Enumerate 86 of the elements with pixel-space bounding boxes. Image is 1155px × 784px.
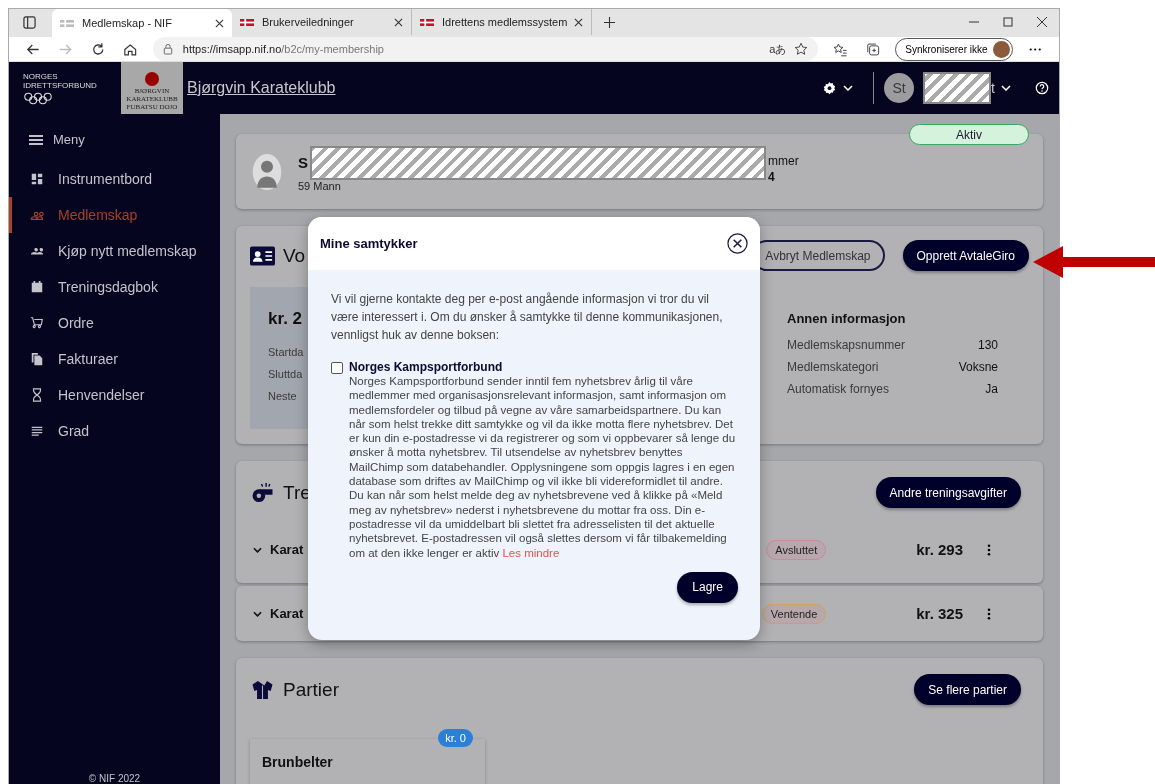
sidebar-item[interactable]: Treningsdagbok xyxy=(9,269,220,305)
status-badge: Aktiv xyxy=(909,124,1029,145)
close-icon[interactable] xyxy=(394,17,403,27)
copyright-text: © NIF 2022 xyxy=(88,773,141,784)
maximize-icon[interactable] xyxy=(1003,17,1013,27)
sidebar-item[interactable]: Instrumentbord xyxy=(9,161,220,197)
star-icon[interactable] xyxy=(794,42,809,56)
member-number-label: mmer xyxy=(768,153,799,168)
consent-description: Norges Kampsportforbund sender inntil fem nyhetsbrev årlig til våre medlemmer med organisasjonsrelevant informasjon, samt informasjon om medlemsfordeler og tilbud på vegne av våre samarbeidspartnere. Du kan når som helst trekke ditt samtykke og vil da ikke motta flere nyhetsbrev. Det er kun din e-postadresse vi da registrerer og som vi oppbevarer så lenge du ønsker å motta nyhetsbrev. Til utsendelse av nyhetsbrev benyttes MailChimp som databehandler. Opplysningene som oppgis lagres i en egen database som driftes av MailChimp og vil ikke bli videreformidlet til andre. Du kan når som helst melde deg av nyhetsbrevene ved å klikke på «Meld meg av nyhetsbrev» nederst i nyhetsbrevene du mottar fra oss. Din e-postadresse vil da umiddelbart bli slettet fra adresselisten til det aktuelle nyhetsbrevet. E-postadressen vil også slettes dersom vi får tilbakemelding om at den ikke lenger er aktiv Les mindre xyxy=(349,374,737,560)
fee-name: Karat xyxy=(270,542,304,557)
checkbox[interactable] xyxy=(331,362,343,374)
info-label: Medlemskategori xyxy=(787,359,879,376)
help-icon[interactable] xyxy=(1035,81,1049,95)
collections-icon[interactable] xyxy=(865,41,881,57)
lock-icon xyxy=(162,43,173,55)
jacket-icon xyxy=(250,679,275,700)
close-icon[interactable] xyxy=(727,233,748,254)
sidebar-item[interactable]: Henvendelser xyxy=(9,377,220,413)
other-fees-button[interactable]: Andre treningsavgifter xyxy=(875,477,1021,508)
id-card-icon xyxy=(250,245,275,266)
date-label: Neste xyxy=(268,389,297,404)
more-parties-button[interactable]: Se flere partier xyxy=(914,674,1021,705)
info-value: Ja xyxy=(985,381,998,398)
window-icon[interactable] xyxy=(23,16,36,29)
section-heading: Vo xyxy=(283,244,306,267)
settings-icon[interactable] xyxy=(822,80,838,96)
list-icon xyxy=(30,424,44,438)
status-badge: Ventende xyxy=(761,603,827,624)
close-icon[interactable] xyxy=(574,17,583,27)
whistle-icon xyxy=(250,482,275,503)
avatar-icon xyxy=(992,40,1010,58)
save-button[interactable]: Lagre xyxy=(677,571,738,603)
hourglass-icon xyxy=(30,388,44,402)
address-bar[interactable]: https://imsapp.nif.no/b2c/my-membership aあ xyxy=(152,37,819,61)
federation-logo: NORGES IDRETTSFORBUND xyxy=(23,71,103,105)
browser-tab[interactable]: Brukerveiledninger xyxy=(232,9,412,35)
menu-icon xyxy=(29,134,43,145)
price-text: kr. 2 xyxy=(268,309,303,329)
sidebar-item[interactable]: Kjøp nytt medlemskap xyxy=(9,233,220,269)
browser-tab[interactable]: Idrettens medlemssystem xyxy=(412,9,592,35)
info-value: Voksne xyxy=(958,359,998,376)
fee-price: kr. 325 xyxy=(916,605,963,622)
dashboard-icon xyxy=(30,172,44,186)
menu-toggle[interactable]: Meny xyxy=(9,132,85,147)
chevron-down-icon[interactable] xyxy=(253,546,262,553)
club-name-link[interactable]: Bjørgvin Karateklubb xyxy=(187,79,336,97)
member-number: 4 xyxy=(768,169,776,184)
consent-title: Norges Kampsportforbund xyxy=(349,360,504,374)
close-icon[interactable] xyxy=(215,18,224,28)
date-label: Sluttda xyxy=(268,367,303,382)
member-name: S xyxy=(298,154,308,171)
chevron-down-icon[interactable] xyxy=(253,610,262,617)
cart-icon xyxy=(30,316,44,330)
status-badge: Avsluttet xyxy=(766,539,827,560)
info-label: Automatisk fornyes xyxy=(787,381,890,398)
price-badge: kr. 0 xyxy=(438,729,473,747)
more-vertical-icon[interactable] xyxy=(987,543,991,556)
info-value: 130 xyxy=(977,337,998,354)
date-label: Startda xyxy=(268,345,304,360)
documents-icon xyxy=(30,352,44,366)
other-info-heading: Annen informasjon xyxy=(787,311,907,326)
fee-name: Karat xyxy=(270,606,304,621)
section-heading: Partier xyxy=(283,678,339,701)
favorites-icon[interactable] xyxy=(833,41,848,57)
user-name: t xyxy=(991,80,995,96)
close-icon[interactable] xyxy=(1037,17,1047,27)
new-tab-icon[interactable] xyxy=(604,17,615,28)
member-details: 59 Mann xyxy=(298,179,342,192)
translate-button[interactable]: aあ xyxy=(769,41,787,57)
sidebar-item[interactable]: Grad xyxy=(9,413,220,449)
party-name: Brunbelter xyxy=(262,754,333,770)
user-avatar[interactable]: St xyxy=(884,73,915,103)
info-label: Medlemskapsnummer xyxy=(787,337,906,354)
browser-tab[interactable]: Medlemskap - NIF xyxy=(52,9,232,37)
home-icon[interactable] xyxy=(123,41,138,57)
url-text: https://imsapp.nif.no/b2c/my-membership xyxy=(182,43,384,55)
calendar-icon xyxy=(30,280,44,294)
refresh-icon[interactable] xyxy=(90,41,106,57)
sidebar-item[interactable]: Ordre xyxy=(9,305,220,341)
redacted-block xyxy=(923,72,992,104)
fee-price: kr. 293 xyxy=(916,541,963,558)
more-vertical-icon[interactable] xyxy=(987,607,991,620)
dialog-title: Mine samtykker xyxy=(320,236,418,251)
avtalegiro-button[interactable]: Opprett AvtaleGiro xyxy=(902,240,1029,271)
intro-text: Vi vil gjerne kontakte deg per e-post angående informasjon vi tror du vil være interessert i. Om du ønsker å samtykke til denne kommunikasjonen, vennligst huk av denne boksen: xyxy=(331,291,724,344)
sidebar-item[interactable]: Fakturaer xyxy=(9,341,220,377)
